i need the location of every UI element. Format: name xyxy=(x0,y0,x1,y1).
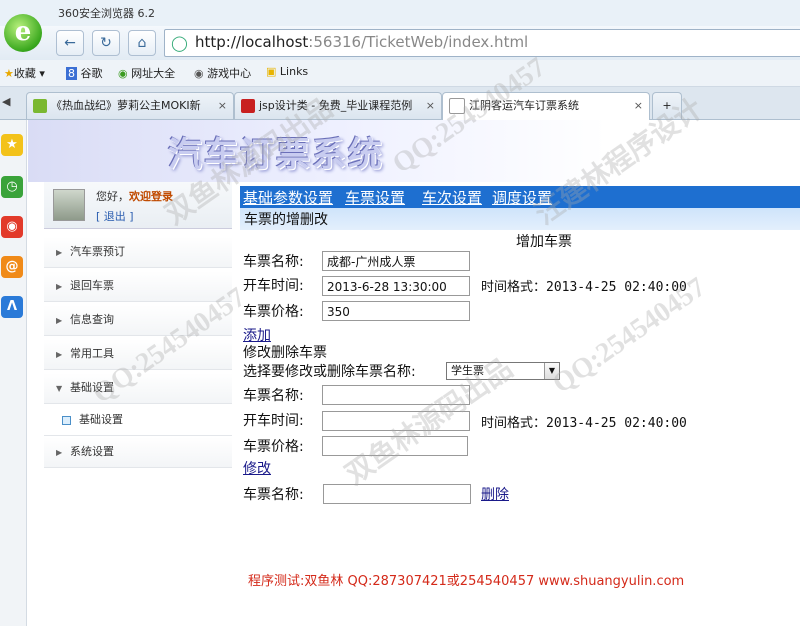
weibo-icon[interactable]: ◉ xyxy=(1,216,23,238)
chevron-right-icon: ▶ xyxy=(56,316,63,325)
user-box: 您好，欢迎登录 [ 退出 ] xyxy=(44,182,232,229)
bookmark-sites[interactable]: ◉ 网址大全 xyxy=(118,65,175,81)
bookmark-google[interactable]: 8 谷歌 xyxy=(66,65,103,81)
avatar xyxy=(53,189,85,221)
globe-icon: ◉ xyxy=(118,67,128,80)
chevron-right-icon: ▶ xyxy=(56,248,63,257)
chevron-right-icon: ▶ xyxy=(56,448,63,457)
refresh-icon: ↻ xyxy=(100,35,112,51)
add-price-label: 车票价格: xyxy=(243,304,304,320)
edit-name-label: 车票名称: xyxy=(243,388,304,404)
edit-time-label: 开车时间: xyxy=(243,413,304,429)
menu-return-ticket[interactable]: ▶ 退回车票 xyxy=(44,271,232,302)
favorites-star-icon[interactable]: ★ xyxy=(1,134,23,156)
greeting: 您好，欢迎登录 xyxy=(96,190,173,203)
chevron-down-icon: ▼ xyxy=(544,363,559,379)
footer-credit: 程序测试:双鱼林 QQ:287307421或254540457 www.shua… xyxy=(248,574,685,589)
add-name-input[interactable]: 成都-广州成人票 xyxy=(322,251,470,271)
delete-name-label: 车票名称: xyxy=(243,487,304,503)
bookmarks-bar: ★收藏 ▾ 8 谷歌 ◉ 网址大全 ◉ 游戏中心 ▣ Links xyxy=(0,60,800,87)
bookmark-games[interactable]: ◉ 游戏中心 xyxy=(194,65,251,81)
tab-favicon-icon xyxy=(241,99,255,113)
chevron-right-icon: ▶ xyxy=(56,350,63,359)
login-link[interactable]: 欢迎登录 xyxy=(129,190,173,203)
star-icon: ★ xyxy=(4,67,14,80)
tab-bar: ◀ 《热血战纪》萝莉公主MOKI新 × jsp设计类 - 免费_毕业课程范例 ×… xyxy=(0,87,800,120)
refresh-button[interactable]: ↻ xyxy=(92,30,120,56)
chevron-right-icon: ▶ xyxy=(56,282,63,291)
browser-logo-icon: e xyxy=(4,14,42,52)
google-icon: 8 xyxy=(66,67,77,80)
edit-heading: 修改删除车票 xyxy=(243,345,327,361)
logout-link[interactable]: [ 退出 ] xyxy=(96,208,134,224)
menu-tools[interactable]: ▶ 常用工具 xyxy=(44,339,232,370)
select-label: 选择要修改或删除车票名称: xyxy=(243,364,416,380)
email-icon[interactable]: @ xyxy=(1,256,23,278)
square-bullet-icon xyxy=(62,415,71,425)
nav-ticket-settings[interactable]: 车票设置 xyxy=(345,187,405,208)
address-text: http://localhost:56316/TicketWeb/index.h… xyxy=(195,33,529,51)
main-nav: 基础参数设置 车票设置 车次设置 调度设置 xyxy=(240,186,800,208)
nav-basic-params[interactable]: 基础参数设置 xyxy=(243,187,333,208)
tab-scroll-left-icon[interactable]: ◀ xyxy=(2,95,10,108)
bookmark-favorites[interactable]: ★收藏 ▾ xyxy=(4,65,45,81)
tab-favicon-icon xyxy=(33,99,47,113)
submenu-basic-settings[interactable]: 基础设置 xyxy=(44,405,232,436)
tab-close-icon[interactable]: × xyxy=(426,93,435,119)
edit-price-input[interactable] xyxy=(322,436,468,456)
new-tab-button[interactable]: + xyxy=(652,92,682,119)
edit-name-input[interactable] xyxy=(322,385,470,405)
left-menu-panel: 您好，欢迎登录 [ 退出 ] ▶ 汽车票预订 ▶ 退回车票 ▶ 信息查询 ▶ 常用工具 … xyxy=(44,182,232,626)
tab-jsp-design[interactable]: jsp设计类 - 免费_毕业课程范例 × xyxy=(234,92,442,119)
ticket-select[interactable]: 学生票 ▼ xyxy=(446,362,560,380)
back-arrow-icon: ← xyxy=(64,35,76,51)
nav-dispatch-settings[interactable]: 调度设置 xyxy=(492,187,552,208)
delete-name-input[interactable] xyxy=(323,484,471,504)
page-title: 车票的增删改 xyxy=(244,212,328,228)
gamepad-icon: ◉ xyxy=(194,67,204,80)
add-time-hint: 时间格式：2013-4-25 02:40:00 xyxy=(481,280,687,295)
home-button[interactable]: ⌂ xyxy=(128,30,156,56)
add-time-label: 开车时间: xyxy=(243,278,304,294)
edit-time-hint: 时间格式：2013-4-25 02:40:00 xyxy=(481,416,687,431)
browser-sidebar: ★ ◷ ◉ @ Λ xyxy=(0,120,27,626)
edit-button[interactable]: 修改 xyxy=(243,458,271,478)
tab-ticket-system[interactable]: 江阴客运汽车订票系统 × xyxy=(442,92,650,120)
bookmark-links[interactable]: ▣ Links xyxy=(266,65,308,78)
history-clock-icon[interactable]: ◷ xyxy=(1,176,23,198)
menu-system-settings[interactable]: ▶ 系统设置 xyxy=(44,437,232,468)
chevron-down-icon: ▼ xyxy=(56,384,63,393)
window-titlebar: 360安全浏览器 6.2 xyxy=(0,0,800,26)
edit-time-input[interactable] xyxy=(322,411,470,431)
add-heading: 增加车票 xyxy=(516,234,572,250)
delete-button[interactable]: 删除 xyxy=(481,484,509,504)
people-icon[interactable]: Λ xyxy=(1,296,23,318)
shield-icon: ◯ xyxy=(171,34,188,52)
browser-toolbar: ← ↻ ⌂ ◯ http://localhost:56316/TicketWeb… xyxy=(0,26,800,61)
page-icon xyxy=(449,98,465,114)
address-bar[interactable]: ◯ http://localhost:56316/TicketWeb/index… xyxy=(164,29,800,57)
back-button[interactable]: ← xyxy=(56,30,84,56)
page-banner: 汽车订票系统 xyxy=(28,120,800,182)
sub-title-bar: 车票的增删改 xyxy=(240,208,800,230)
add-price-input[interactable]: 350 xyxy=(322,301,470,321)
menu-ticket-booking[interactable]: ▶ 汽车票预订 xyxy=(44,237,232,268)
home-icon: ⌂ xyxy=(137,35,147,51)
tab-close-icon[interactable]: × xyxy=(634,93,643,119)
add-time-input[interactable]: 2013-6-28 13:30:00 xyxy=(322,276,470,296)
nav-trip-settings[interactable]: 车次设置 xyxy=(422,187,482,208)
tab-close-icon[interactable]: × xyxy=(218,93,227,119)
content-area: 增加车票 车票名称: 成都-广州成人票 开车时间: 2013-6-28 13:3… xyxy=(243,230,800,626)
edit-price-label: 车票价格: xyxy=(243,439,304,455)
folder-icon: ▣ xyxy=(266,65,277,78)
add-name-label: 车票名称: xyxy=(243,254,304,270)
menu-basic-settings[interactable]: ▼ 基础设置 xyxy=(44,373,232,404)
window-title: 360安全浏览器 6.2 xyxy=(58,7,155,20)
banner-title: 汽车订票系统 xyxy=(168,135,384,175)
menu-info-query[interactable]: ▶ 信息查询 xyxy=(44,305,232,336)
tab-hot-blood[interactable]: 《热血战纪》萝莉公主MOKI新 × xyxy=(26,92,234,119)
